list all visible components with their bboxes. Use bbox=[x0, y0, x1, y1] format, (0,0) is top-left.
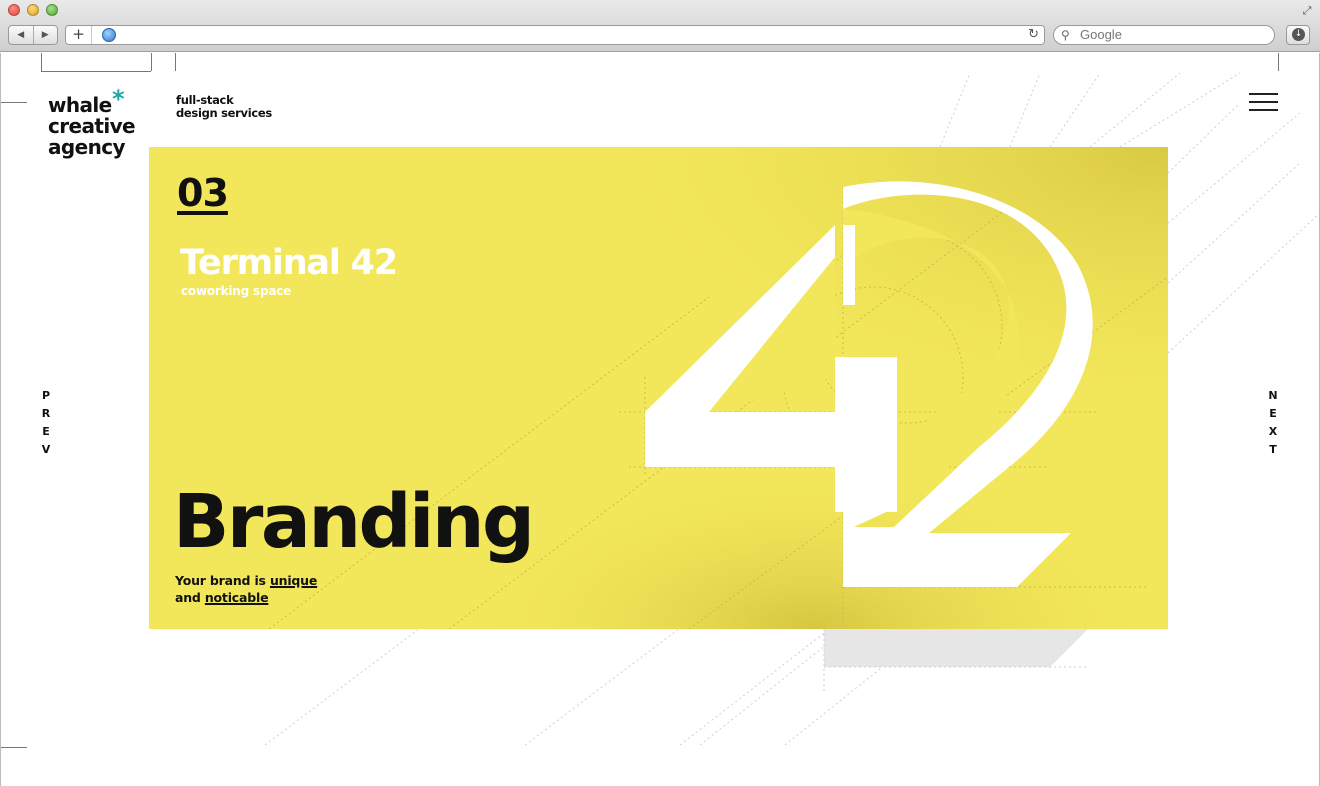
new-tab-button[interactable]: + bbox=[66, 26, 92, 44]
project-title: Terminal 42 bbox=[180, 243, 398, 283]
search-placeholder: Google bbox=[1080, 27, 1122, 42]
tagline-line: design services bbox=[176, 106, 272, 120]
project-subtitle: coworking space bbox=[181, 284, 292, 298]
guide-tick bbox=[41, 53, 42, 71]
window-edge bbox=[0, 53, 1, 786]
menu-bar bbox=[1249, 93, 1278, 95]
downloads-button[interactable]: ↓ bbox=[1286, 25, 1310, 45]
asterisk-icon: * bbox=[112, 85, 125, 113]
prev-letter: R bbox=[41, 407, 51, 420]
next-letter: X bbox=[1268, 425, 1278, 438]
next-letter: E bbox=[1269, 407, 1277, 420]
back-icon: ◀ bbox=[17, 30, 25, 40]
globe-icon bbox=[102, 28, 116, 42]
page-viewport: whale creative agency * full-stack desig… bbox=[0, 53, 1320, 786]
hamburger-icon[interactable] bbox=[1249, 93, 1279, 113]
tagline: full-stack design services bbox=[176, 94, 272, 120]
back-button[interactable]: ◀ bbox=[9, 26, 34, 44]
project-number: 03 bbox=[177, 171, 229, 215]
close-window-button[interactable] bbox=[8, 4, 20, 16]
next-button[interactable]: N E X T bbox=[1267, 387, 1279, 459]
prev-button[interactable]: P R E V bbox=[40, 387, 52, 459]
search-input[interactable]: ⚲ Google bbox=[1053, 25, 1275, 45]
history-nav: ◀ ▶ bbox=[8, 25, 58, 45]
window-controls bbox=[8, 4, 58, 16]
prev-letter: V bbox=[41, 443, 51, 456]
agency-logo[interactable]: whale creative agency * bbox=[48, 87, 136, 159]
reload-icon[interactable]: ↻ bbox=[1028, 26, 1039, 44]
next-letter: T bbox=[1269, 443, 1277, 456]
guide-tick bbox=[175, 53, 176, 71]
guide-tick bbox=[151, 53, 152, 71]
zoom-window-button[interactable] bbox=[46, 4, 58, 16]
forward-button[interactable]: ▶ bbox=[34, 26, 58, 44]
minimize-window-button[interactable] bbox=[27, 4, 39, 16]
unique-link[interactable]: unique bbox=[270, 573, 317, 588]
guide-tick bbox=[0, 747, 27, 748]
desc-text: Your brand is bbox=[175, 573, 270, 588]
forward-icon: ▶ bbox=[41, 30, 49, 40]
logo-line: agency bbox=[48, 135, 126, 159]
service-title: Branding bbox=[173, 479, 535, 565]
menu-bar bbox=[1249, 101, 1278, 103]
menu-bar bbox=[1249, 109, 1278, 111]
browser-toolbar: ⤢ ◀ ▶ + ↻ ⚲ Google ↓ bbox=[0, 0, 1320, 52]
service-description: Your brand is unique and noticable bbox=[175, 572, 317, 606]
prev-letter: P bbox=[41, 389, 51, 402]
fullscreen-icon[interactable]: ⤢ bbox=[1300, 4, 1314, 18]
address-bar[interactable]: + ↻ bbox=[65, 25, 1045, 45]
desc-text: and bbox=[175, 590, 205, 605]
guide-tick bbox=[1278, 53, 1279, 71]
hero-panel[interactable]: 03 Terminal 42 coworking space Branding … bbox=[149, 147, 1168, 629]
logo-line: creative bbox=[48, 114, 136, 138]
noticable-link[interactable]: noticable bbox=[205, 590, 269, 605]
prev-letter: E bbox=[42, 425, 50, 438]
next-letter: N bbox=[1268, 389, 1278, 402]
magnifier-icon: ⚲ bbox=[1061, 28, 1070, 42]
guide-tick bbox=[41, 71, 151, 72]
guide-tick bbox=[0, 102, 27, 103]
download-icon: ↓ bbox=[1292, 28, 1305, 41]
